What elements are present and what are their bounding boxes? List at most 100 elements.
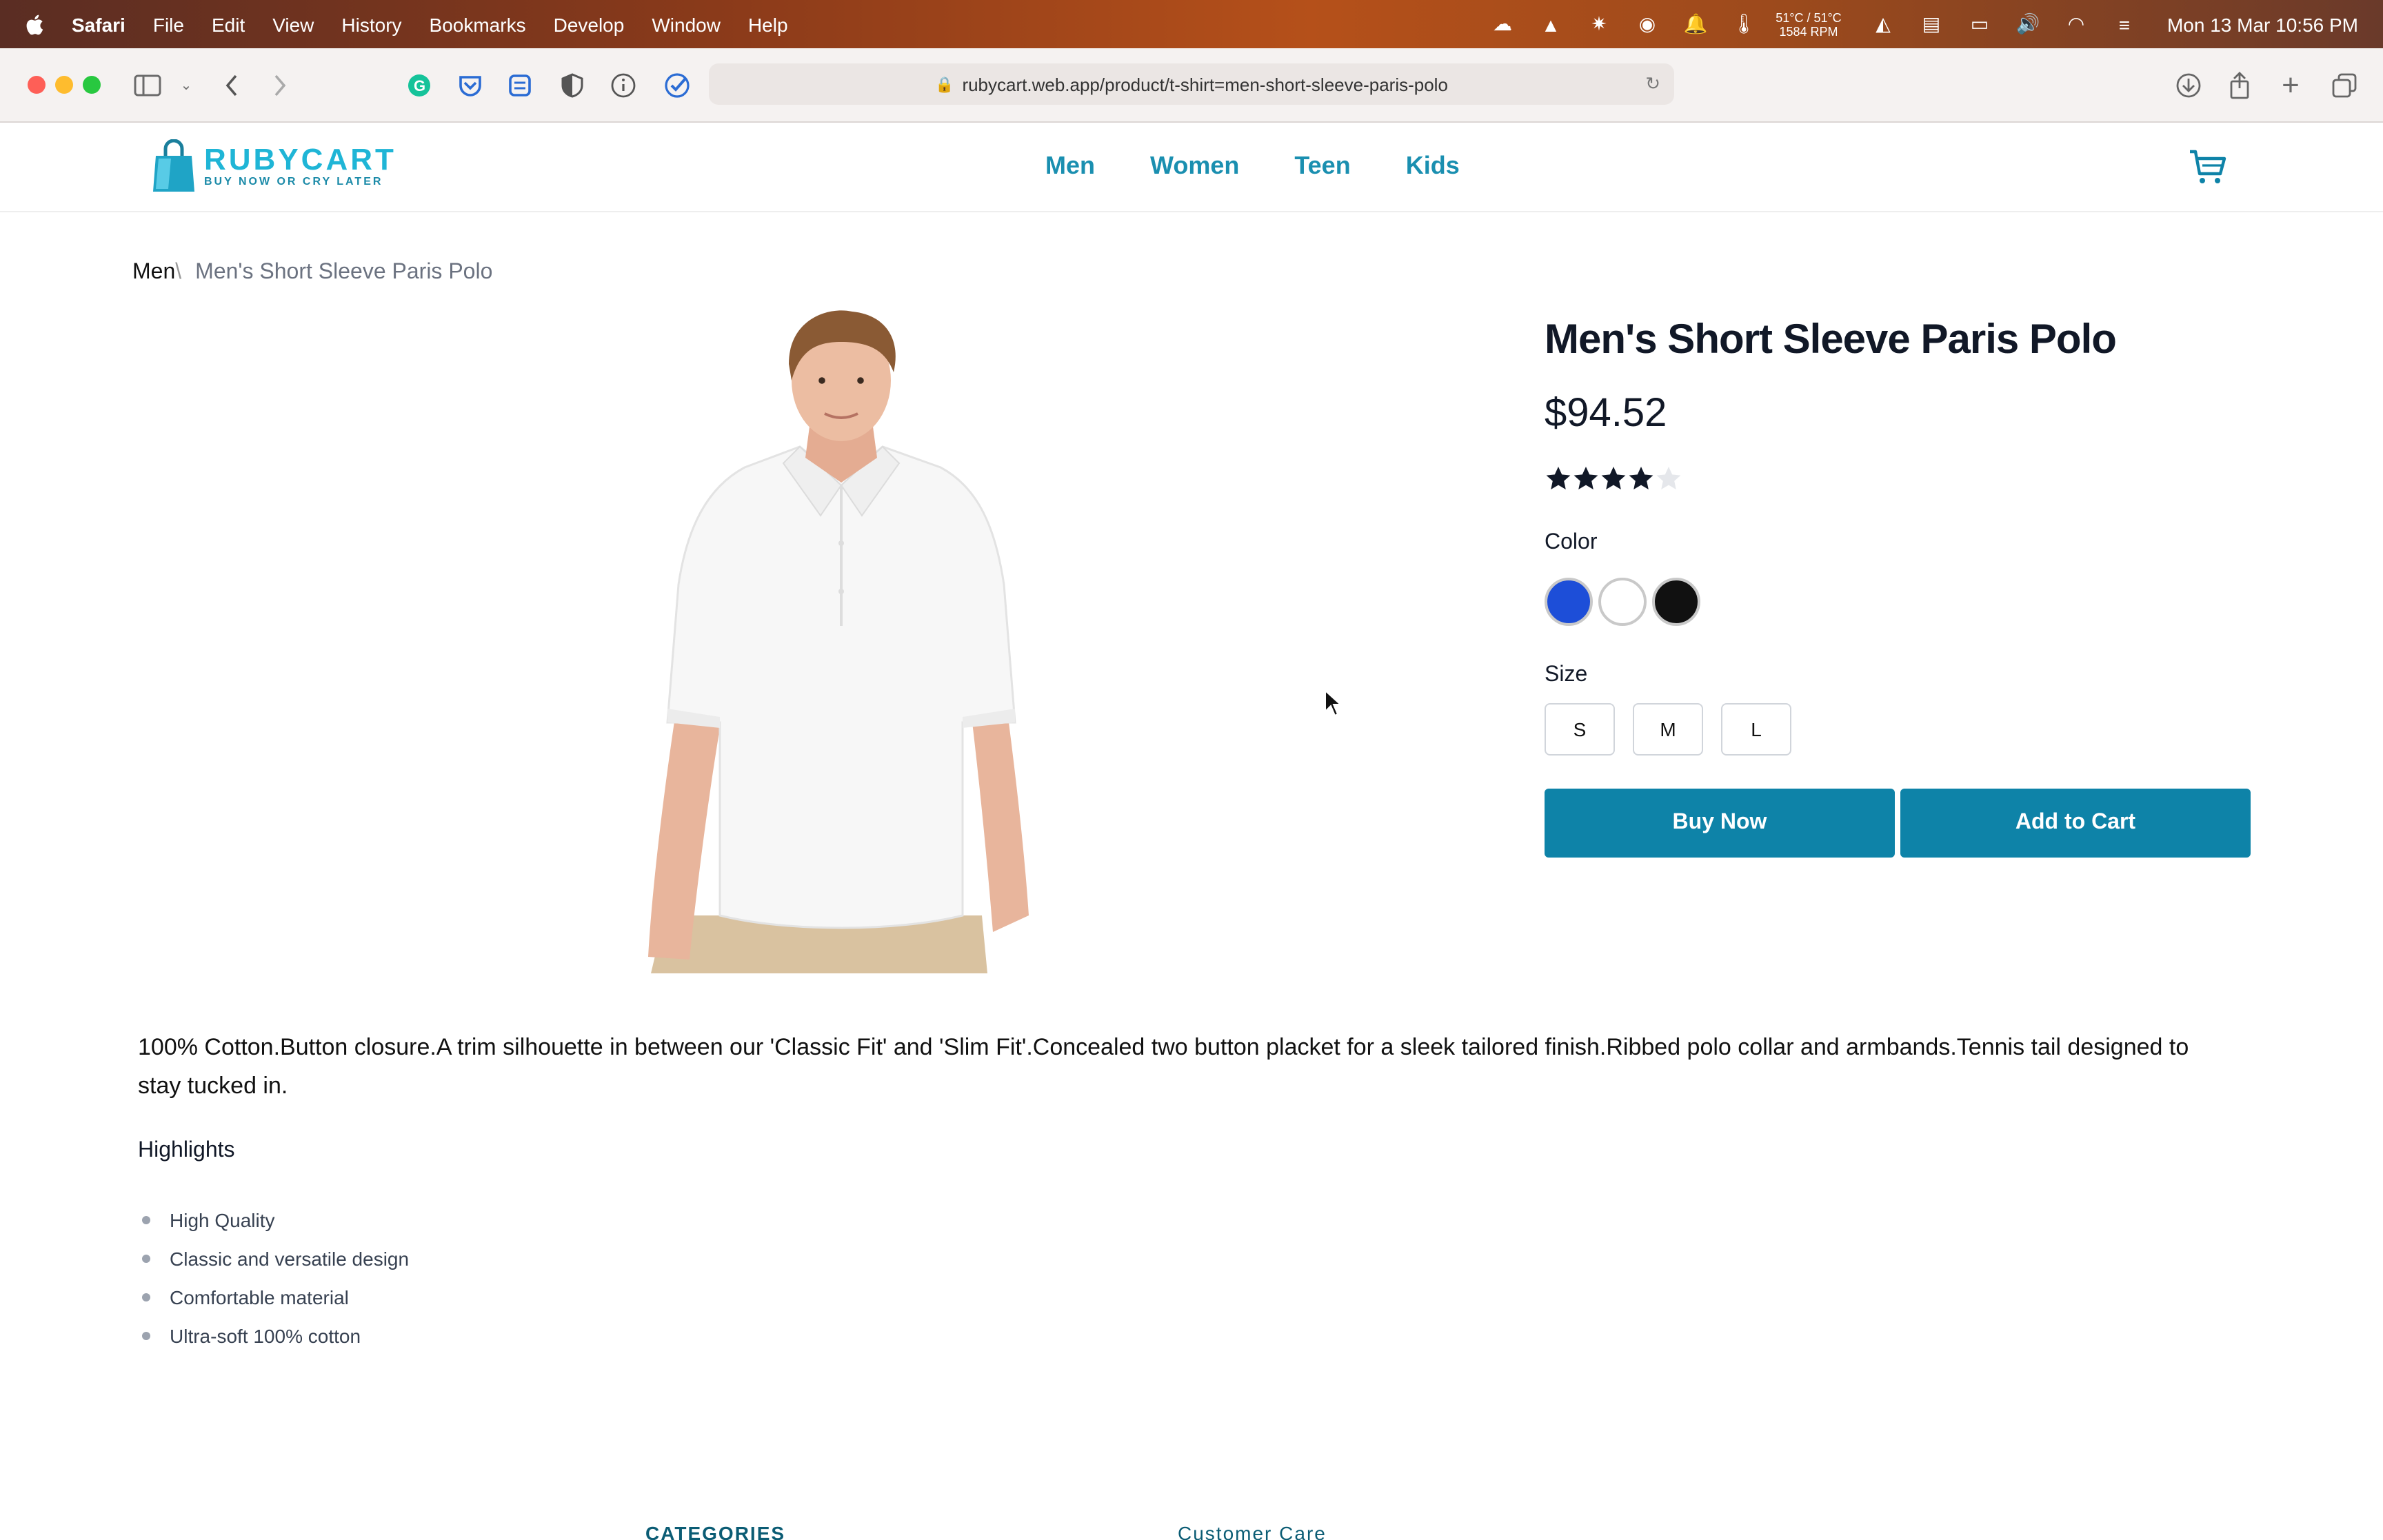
apple-icon[interactable]	[25, 12, 47, 37]
site-logo[interactable]: RUBYCART BUY NOW OR CRY LATER	[152, 139, 396, 194]
breadcrumb: Men\ Men's Short Sleeve Paris Polo	[132, 261, 492, 285]
wifi-icon[interactable]: ◠	[2061, 12, 2091, 37]
control-center-icon[interactable]: ≡	[2109, 12, 2140, 37]
breadcrumb-home[interactable]: Men	[132, 261, 175, 284]
product-title: Men's Short Sleeve Paris Polo	[1545, 317, 2117, 363]
menu-file[interactable]: File	[153, 13, 184, 35]
mouse-cursor-icon	[1325, 689, 1343, 717]
forward-arrow-icon[interactable]	[265, 70, 295, 101]
temperature-readout[interactable]: 51°C / 51°C 1584 RPM	[1767, 10, 1850, 38]
main-nav: Men Women Teen Kids	[1045, 152, 1515, 181]
menu-edit[interactable]: Edit	[212, 13, 245, 35]
highlights-title: Highlights	[138, 1139, 235, 1162]
menu-develop[interactable]: Develop	[554, 13, 625, 35]
menu-view[interactable]: View	[272, 13, 314, 35]
zoom-window-button[interactable]	[83, 76, 101, 94]
menubar-clock[interactable]: Mon 13 Mar 10:56 PM	[2167, 13, 2358, 35]
grammarly-extension-icon[interactable]: G	[404, 70, 434, 101]
list-item: Classic and versatile design	[138, 1239, 409, 1278]
star-filled-icon	[1573, 467, 1598, 489]
list-item: High Quality	[138, 1201, 409, 1239]
cart-icon[interactable]	[2187, 146, 2229, 188]
highlights-list: High Quality Classic and versatile desig…	[138, 1201, 409, 1355]
back-arrow-icon[interactable]	[217, 70, 247, 101]
product-price: $94.52	[1545, 392, 1667, 436]
volume-icon[interactable]: 🔊	[2013, 12, 2043, 37]
color-swatches	[1545, 578, 1706, 626]
highlight-text: Classic and versatile design	[170, 1248, 410, 1270]
chevron-down-icon[interactable]: ⌄	[171, 70, 201, 101]
breadcrumb-current: Men's Short Sleeve Paris Polo	[195, 261, 493, 284]
share-icon[interactable]	[2224, 70, 2255, 101]
nav-women[interactable]: Women	[1150, 152, 1239, 181]
macos-menubar: Safari File Edit View History Bookmarks …	[0, 0, 2383, 48]
minimize-window-button[interactable]	[55, 76, 73, 94]
tasks-extension-icon[interactable]	[505, 70, 535, 101]
checkmark-extension-icon[interactable]	[662, 70, 692, 101]
size-button-m[interactable]: M	[1633, 703, 1703, 756]
cone-icon[interactable]: ▲	[1536, 12, 1566, 37]
url-text: rubycart.web.app/product/t-shirt=men-sho…	[962, 74, 1448, 94]
highlight-text: Comfortable material	[170, 1286, 349, 1308]
bullet-icon	[142, 1332, 150, 1340]
bullet-icon	[142, 1216, 150, 1224]
battery-icon[interactable]: ▭	[1964, 12, 1995, 37]
star-filled-icon	[1629, 467, 1653, 489]
pocket-extension-icon[interactable]	[455, 70, 485, 101]
menu-window[interactable]: Window	[652, 13, 721, 35]
star-empty-icon	[1656, 467, 1681, 489]
size-label: Size	[1545, 663, 1588, 687]
drive-icon[interactable]: ◭	[1868, 12, 1898, 37]
notification-bell-icon[interactable]: 🔔	[1680, 12, 1711, 37]
breadcrumb-separator: \	[175, 261, 182, 284]
logo-tagline: BUY NOW OR CRY LATER	[204, 175, 383, 188]
add-to-cart-button[interactable]: Add to Cart	[1900, 789, 2251, 858]
sidebar-toggle-icon[interactable]	[132, 70, 163, 101]
address-bar[interactable]: 🔒 rubycart.web.app/product/t-shirt=men-s…	[709, 63, 1674, 105]
fan-rpm-line: 1584 RPM	[1779, 24, 1838, 38]
product-description: 100% Cotton.Button closure.A trim silhou…	[138, 1034, 2189, 1099]
thermometer-icon[interactable]: 🌡	[1729, 12, 1759, 37]
shopping-bag-logo-icon	[153, 139, 194, 192]
color-swatch-blue[interactable]	[1545, 578, 1593, 626]
shield-icon[interactable]	[557, 70, 587, 101]
rating-stars	[1545, 465, 1682, 492]
browser-toolbar: ⌄ G 🔒 rubycart.web.app/product/t-shirt=m…	[0, 48, 2383, 123]
menu-history[interactable]: History	[341, 13, 401, 35]
logo-name: RUBYCART	[204, 142, 396, 176]
cloud-sync-icon[interactable]: ☁	[1487, 12, 1518, 37]
lock-icon: 🔒	[935, 77, 954, 93]
downloads-icon[interactable]	[2173, 70, 2204, 101]
nav-men[interactable]: Men	[1045, 152, 1095, 181]
close-window-button[interactable]	[28, 76, 46, 94]
color-swatch-black[interactable]	[1652, 578, 1700, 626]
info-icon[interactable]	[608, 70, 639, 101]
menu-help[interactable]: Help	[748, 13, 788, 35]
color-label: Color	[1545, 531, 1598, 554]
menubar-status-area: ☁ ▲ ✷ ◉ 🔔 🌡 51°C / 51°C 1584 RPM ◭ ▤ ▭ 🔊…	[1469, 0, 2383, 48]
keyboard-icon[interactable]: ▤	[1916, 12, 1947, 37]
size-button-l[interactable]: L	[1721, 703, 1791, 756]
grammarly-icon[interactable]: ◉	[1632, 12, 1662, 37]
highlight-text: Ultra-soft 100% cotton	[170, 1325, 361, 1347]
reload-icon[interactable]: ↻	[1645, 73, 1660, 95]
buy-now-button[interactable]: Buy Now	[1545, 789, 1895, 858]
brightness-icon[interactable]: ✷	[1584, 12, 1614, 37]
star-filled-icon	[1601, 467, 1626, 489]
footer-categories-heading: CATEGORIES	[645, 1522, 786, 1540]
size-button-s[interactable]: S	[1545, 703, 1615, 756]
bullet-icon	[142, 1255, 150, 1263]
site-header: RUBYCART BUY NOW OR CRY LATER Men Women …	[0, 124, 2383, 212]
menu-bookmarks[interactable]: Bookmarks	[430, 13, 526, 35]
temperature-line: 51°C / 51°C	[1776, 10, 1842, 24]
menu-app-name[interactable]: Safari	[72, 13, 125, 35]
nav-teen[interactable]: Teen	[1294, 152, 1350, 181]
nav-kids[interactable]: Kids	[1406, 152, 1460, 181]
star-filled-icon	[1546, 467, 1571, 489]
footer-customer-care-heading: Customer Care	[1178, 1522, 1327, 1540]
color-swatch-white[interactable]	[1598, 578, 1647, 626]
tab-overview-icon[interactable]	[2329, 70, 2360, 101]
product-image	[648, 310, 1029, 973]
new-tab-icon[interactable]: +	[2275, 68, 2306, 102]
highlight-text: High Quality	[170, 1209, 275, 1231]
